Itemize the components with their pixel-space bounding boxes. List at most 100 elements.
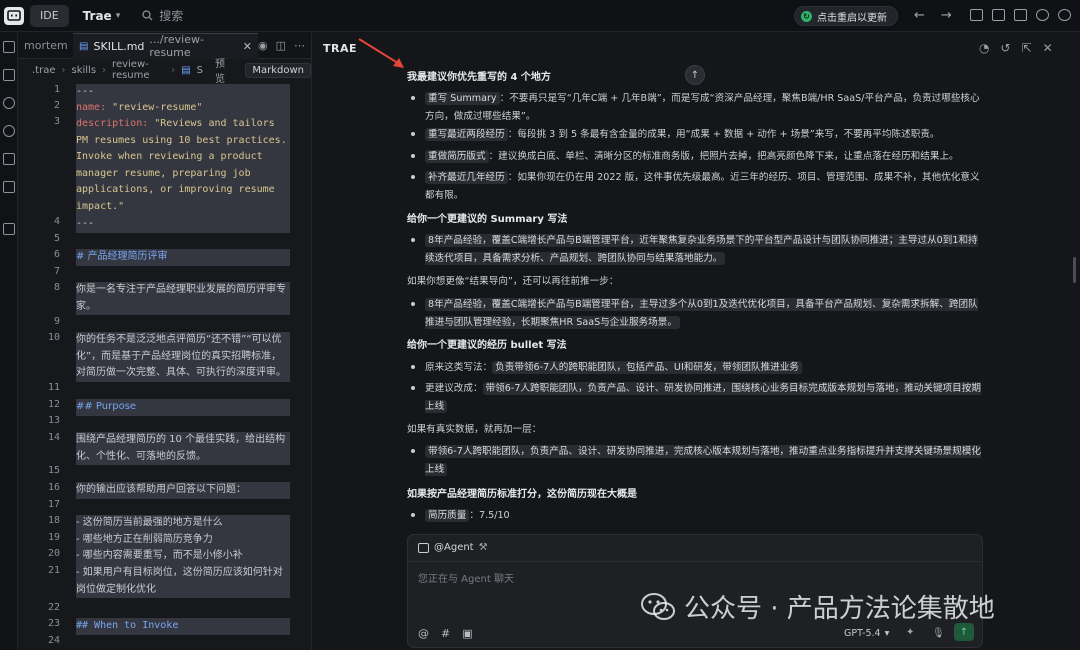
hash-icon[interactable]: # xyxy=(441,627,450,640)
remote-icon[interactable] xyxy=(3,181,15,193)
history-chat-icon[interactable]: ◔ xyxy=(979,41,989,55)
line-number: 15 xyxy=(47,465,60,476)
yaml-value: "review-resume" xyxy=(106,102,203,113)
code-line: --- xyxy=(76,84,290,101)
restore-icon[interactable]: ↺ xyxy=(1000,41,1010,55)
open-preview-icon[interactable]: ◉ xyxy=(258,39,268,52)
markdown-toggle[interactable]: Markdown xyxy=(245,62,311,78)
yaml-key: description: xyxy=(76,118,149,129)
inline-code: 8年产品经验，覆盖C端增长产品与B端管理平台，近年聚焦复杂业务场景下的平台型产品… xyxy=(425,234,978,265)
update-icon: ↻ xyxy=(801,10,812,22)
markdown-file-icon: ▤ xyxy=(79,40,89,52)
agent-selector[interactable]: @Agent ⚒ xyxy=(418,542,488,553)
list-item-text: ：7.5/10 xyxy=(469,510,510,521)
line-number: 13 xyxy=(47,415,60,426)
open-external-icon[interactable]: ⇱ xyxy=(1022,41,1032,55)
line-number: 20 xyxy=(47,548,60,559)
scroll-to-top-button[interactable]: ↑ xyxy=(685,65,705,85)
breadcrumb-item[interactable]: .trae xyxy=(32,65,56,76)
code-line: name: "review-resume" xyxy=(76,100,290,117)
chevron-down-icon: ▾ xyxy=(115,10,121,21)
breadcrumb: .trae › skills › review-resume › ▤ S 预览 Mar… xyxy=(18,59,311,85)
line-number: 19 xyxy=(47,532,60,543)
source-control-icon[interactable] xyxy=(3,97,15,109)
toggle-panel-icon[interactable] xyxy=(992,9,1005,21)
microphone-icon[interactable]: 🎙 xyxy=(932,628,945,639)
search-bar[interactable]: 搜索 xyxy=(142,7,183,24)
editor-pane: mortem ▤ SKILL.md .../review-resume ✕ ◉ … xyxy=(18,32,325,650)
split-editor-icon[interactable]: ◫ xyxy=(276,39,286,52)
inline-code: 补齐最近几年经历 xyxy=(425,171,508,184)
model-selector[interactable]: GPT-5.4 ▾ xyxy=(844,628,889,639)
inline-code: 重写 Summary xyxy=(425,92,500,105)
agent-label: @Agent xyxy=(434,542,474,553)
section-heading: 如果按产品经理简历标准打分，这份简历现在大概是 xyxy=(407,489,637,500)
line-number: 12 xyxy=(47,399,60,410)
account-icon[interactable] xyxy=(1058,9,1071,21)
image-upload-icon[interactable]: ▣ xyxy=(462,627,472,640)
line-number: 2 xyxy=(53,100,60,111)
code-line: - 哪些地方正在削弱简历竞争力 xyxy=(76,532,290,549)
code-line: ## Purpose xyxy=(76,399,290,416)
yaml-value: "Reviews and tailors PM resumes using 10… xyxy=(76,118,287,212)
line-number: 23 xyxy=(47,618,60,629)
watermark: 公众号 · 产品方法论集散地 xyxy=(640,588,995,625)
search-files-icon[interactable] xyxy=(3,69,15,81)
forward-arrow-icon[interactable]: → xyxy=(941,8,952,23)
more-actions-icon[interactable]: ⋯ xyxy=(294,39,305,52)
model-name: GPT-5.4 xyxy=(844,628,881,639)
toggle-chat-icon[interactable] xyxy=(1014,9,1027,21)
send-button[interactable]: ↑ xyxy=(954,623,974,641)
extensions-icon[interactable] xyxy=(3,223,15,235)
close-panel-icon[interactable]: ✕ xyxy=(1043,41,1053,55)
title-bar: IDE Trae ▾ 搜索 ↻ 点击重启以更新 ← → xyxy=(0,0,1080,32)
breadcrumb-item[interactable]: S xyxy=(197,65,203,76)
line-number: 7 xyxy=(53,266,60,277)
list-item-label: 更建议改成： xyxy=(425,383,483,394)
code-line: 围绕产品经理简历的 10 个最佳实践，给出结构化、个性化、可落地的反馈。 xyxy=(76,432,290,466)
ide-mode-toggle[interactable]: IDE xyxy=(30,4,69,27)
workspace-name: Trae xyxy=(82,8,112,23)
line-number: 5 xyxy=(53,233,60,244)
mention-icon[interactable]: @ xyxy=(418,627,429,640)
section-heading: 给你一个更建议的 Summary 写法 xyxy=(407,214,568,225)
restart-to-update-button[interactable]: ↻ 点击重启以更新 xyxy=(794,6,898,26)
update-label: 点击重启以更新 xyxy=(817,12,887,24)
line-number: 9 xyxy=(53,316,60,327)
inline-code: 重写最近两段经历 xyxy=(425,128,508,141)
workspace-switcher[interactable]: Trae ▾ xyxy=(83,9,121,23)
list-item-text: ：不要再只是写“几年C端 + 几年B端”，而是写成“资深产品经理，聚焦B端/HR… xyxy=(425,93,980,122)
settings-gear-icon[interactable] xyxy=(1036,9,1049,21)
explorer-icon[interactable] xyxy=(3,41,15,53)
toggle-sidebar-icon[interactable] xyxy=(970,9,983,21)
activity-bar xyxy=(0,33,18,650)
tools-icon[interactable]: ⚒ xyxy=(479,542,488,553)
line-number: 18 xyxy=(47,515,60,526)
editor-tabs: mortem ▤ SKILL.md .../review-resume ✕ ◉ … xyxy=(18,32,311,59)
chat-scrollbar[interactable] xyxy=(1073,257,1076,283)
back-arrow-icon[interactable]: ← xyxy=(914,8,925,23)
preview-eye-icon[interactable] xyxy=(3,125,15,137)
annotation-arrow-icon xyxy=(358,38,404,68)
debug-icon[interactable] xyxy=(3,153,15,165)
breadcrumb-item[interactable]: skills xyxy=(72,65,97,76)
line-number: 21 xyxy=(47,565,60,576)
sparkle-icon[interactable]: ✦ xyxy=(906,627,914,638)
trae-logo-icon[interactable] xyxy=(4,6,24,25)
section-heading: 我最建议你优先重写的 4 个地方 xyxy=(407,72,551,83)
code-line: ## When to Invoke xyxy=(76,618,290,635)
line-number: 24 xyxy=(47,635,60,646)
line-number: 4 xyxy=(53,216,60,227)
inline-code: 简历质量 xyxy=(425,509,470,522)
chat-input-placeholder[interactable]: 您正在与 Agent 聊天 xyxy=(418,570,514,585)
tab-mortem[interactable]: mortem xyxy=(18,39,73,52)
tab-skill-md[interactable]: ▤ SKILL.md .../review-resume ✕ xyxy=(73,32,258,59)
code-line: description: "Reviews and tailors PM res… xyxy=(76,116,290,216)
close-tab-icon[interactable]: ✕ xyxy=(243,40,252,53)
line-number: 11 xyxy=(47,382,60,393)
list-item-text: ：每段挑 3 到 5 条最有含金量的成果，用“成果 + 数据 + 动作 + 场景… xyxy=(507,129,940,140)
line-number: 17 xyxy=(47,499,60,510)
breadcrumb-item[interactable]: review-resume xyxy=(112,59,165,81)
preview-toggle[interactable]: 预览 xyxy=(215,55,229,85)
line-number: 22 xyxy=(47,602,60,613)
